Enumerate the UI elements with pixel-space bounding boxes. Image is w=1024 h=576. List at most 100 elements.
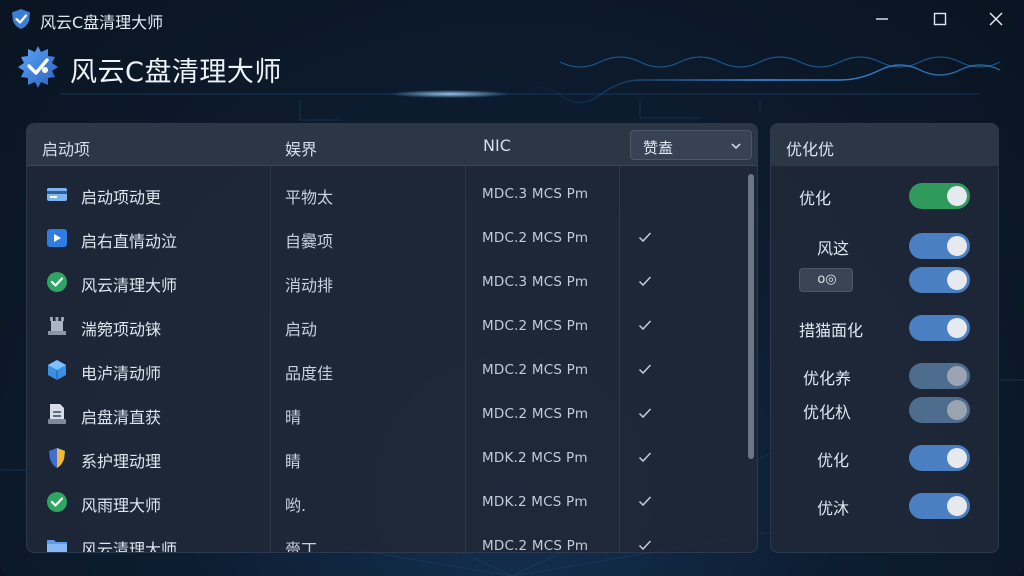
option-button-label: o◎ [817,272,837,287]
app-shield-icon [12,9,30,29]
row-name: 湍箢项动铼 [81,320,162,339]
row-name: 启动项动更 [81,188,162,207]
table-row[interactable]: 风雨理大师 哟. MDK.2 MCS Pm [27,480,743,524]
option-toggle-switch[interactable] [909,363,970,389]
close-icon [989,12,1003,26]
chess-icon [48,317,66,335]
option-toggle-switch[interactable] [909,267,970,293]
title-bar: 风云C盘清理大师 [0,0,1024,38]
play-icon [47,229,67,247]
row-time: MDC.3 MCS Pm [482,186,589,202]
row-time: MDC.2 MCS Pm [482,538,589,553]
app-logo-icon [18,46,58,88]
optimization-option: 风这 [771,231,998,261]
row-time: MDK.2 MCS Pm [482,494,588,510]
row-time: MDC.2 MCS Pm [482,406,589,422]
row-type: 消动排 [285,276,334,295]
cube-icon [48,360,66,380]
table-row[interactable]: 风云清理大师 赍丁 MDC.2 MCS Pm [27,524,743,553]
checkmark-icon[interactable] [637,361,653,377]
row-name: 启盘清直获 [81,408,162,427]
option-toggle-switch[interactable] [909,493,970,519]
option-toggle-switch[interactable] [909,397,970,423]
row-time: MDK.2 MCS Pm [482,450,588,466]
row-type: 哟. [285,496,307,515]
row-type: 自爨项 [285,232,334,251]
toggle-knob [947,400,967,420]
chevron-down-icon [731,143,741,150]
optimization-panel: 优化优 优化 风这 o◎ 措猫面化 优化养 优化杁 优化 优沐 [770,123,999,553]
table-row[interactable]: 启右直情动泣 自爨项 MDC.2 MCS Pm [27,216,743,260]
option-label: 优化养 [803,369,852,388]
option-label: 风这 [817,239,850,258]
option-toggle-switch[interactable] [909,183,970,209]
checkmark-icon[interactable] [637,317,653,333]
option-settings-button[interactable]: o◎ [799,268,853,292]
minimize-button[interactable] [867,4,897,34]
column-header-time[interactable]: NIC [483,136,511,155]
check-circle-icon [47,492,67,512]
row-type: 晴 [285,408,302,427]
filter-dropdown[interactable]: 赞盍 [630,130,752,160]
row-time: MDC.2 MCS Pm [482,230,589,246]
table-row[interactable]: 系护理动理 睛 MDK.2 MCS Pm [27,436,743,480]
option-toggle-switch[interactable] [909,315,970,341]
row-type: 启动 [285,320,318,339]
optimization-option: o◎ [771,265,998,295]
shield-icon [49,448,65,468]
row-name: 风雨理大师 [81,496,162,515]
filter-dropdown-value: 赞盍 [643,139,674,157]
checkmark-icon[interactable] [637,229,653,245]
toggle-knob [947,318,967,338]
document-icon [48,404,66,424]
checkmark-icon[interactable] [637,273,653,289]
side-panel-header: 优化优 [771,124,998,166]
table-row[interactable]: 湍箢项动铼 启动 MDC.2 MCS Pm [27,304,743,348]
row-type: 品度佳 [285,364,334,383]
row-name: 系护理动理 [81,452,162,471]
option-label: 优化杁 [803,403,852,422]
checkmark-icon[interactable] [637,493,653,509]
column-header-type[interactable]: 娱界 [285,136,317,160]
side-panel-title: 优化优 [786,140,835,159]
optimization-option: 优化养 [771,361,998,391]
row-type: 睛 [285,452,302,471]
minimize-icon [876,18,888,20]
checkmark-icon[interactable] [637,449,653,465]
maximize-button[interactable] [925,4,955,34]
checkmark-icon[interactable] [637,537,653,553]
optimization-option: 优化 [771,443,998,473]
row-name: 风云清理大师 [81,276,178,295]
app-heading: 风云C盘清理大师 [70,57,282,88]
table-row[interactable]: 电泸清动师 品度佳 MDC.2 MCS Pm [27,348,743,392]
column-header-name[interactable]: 启动项 [42,136,90,160]
table-header: 启动项 娱界 NIC 赞盍 [27,124,757,166]
option-label: 优化 [817,451,850,470]
option-toggle-switch[interactable] [909,445,970,471]
option-label: 优化 [799,189,832,208]
optimization-option: 措猫面化 [771,313,998,343]
toggle-knob [947,270,967,290]
startup-items-list: 启动项动更 平物太 MDC.3 MCS Pm 启右直情动泣 自爨项 MDC.2 MCS P… [27,172,743,553]
row-type: 平物太 [285,188,334,207]
row-time: MDC.2 MCS Pm [482,362,589,378]
row-name: 电泸清动师 [81,364,162,383]
option-toggle-switch[interactable] [909,233,970,259]
checkmark-icon[interactable] [637,405,653,421]
folder-icon [47,540,67,552]
table-row[interactable]: 启动项动更 平物太 MDC.3 MCS Pm [27,172,743,216]
table-row[interactable]: 风云清理大师 消动排 MDC.3 MCS Pm [27,260,743,304]
optimization-option: 优化杁 [771,395,998,425]
startup-items-panel: 启动项 娱界 NIC 赞盍 启动项动更 平物太 MDC.3 MCS Pm 启右直情动泣… [26,123,758,553]
app-window: 风云C盘清理大师 风云C盘清理大师 启动项 娱界 NIC 赞盍 启动项动更 平物… [0,0,1024,576]
maximize-icon [933,12,947,26]
row-name: 风云清理大师 [81,540,178,553]
toggle-knob [947,366,967,386]
toggle-knob [947,236,967,256]
close-button[interactable] [981,4,1011,34]
option-label: 措猫面化 [799,321,864,340]
table-row[interactable]: 启盘清直获 晴 MDC.2 MCS Pm [27,392,743,436]
card-icon [47,188,67,201]
option-label: 优沐 [817,499,850,518]
vertical-scrollbar[interactable] [748,174,754,459]
